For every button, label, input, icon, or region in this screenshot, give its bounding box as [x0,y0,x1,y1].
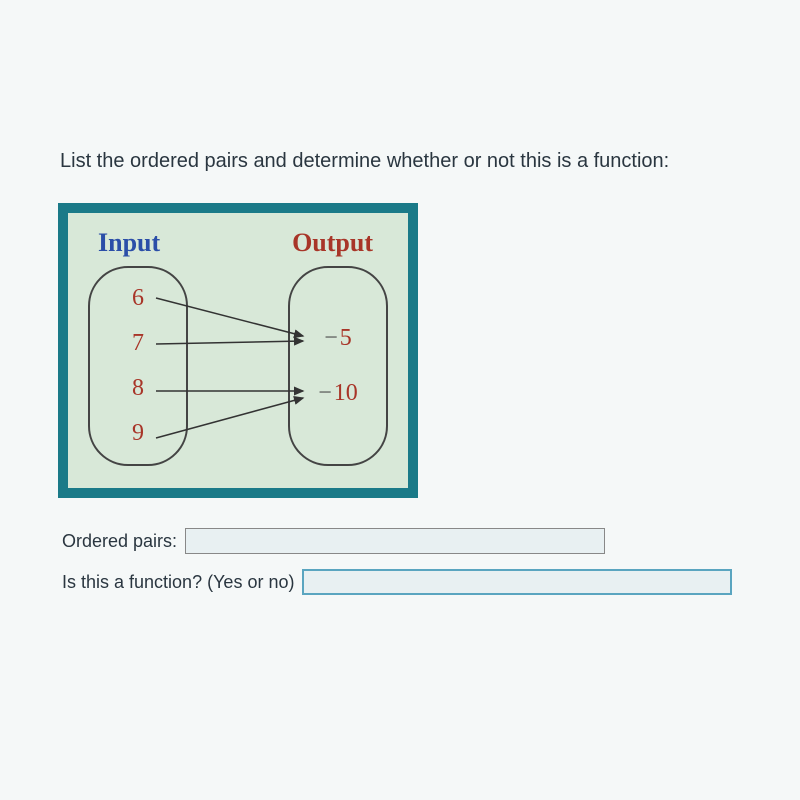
input-value: 6 [132,285,144,312]
input-value: 7 [132,330,144,357]
mapping-diagram: Input Output 6 7 8 9 − 5 − 10 [58,203,418,498]
function-question-row: Is this a function? (Yes or no) [62,569,760,595]
input-header: Input [98,228,160,258]
ordered-pairs-row: Ordered pairs: [62,528,760,554]
negative-sign: − [318,380,332,407]
output-value: − 10 [318,380,358,407]
output-lozenge: − 5 − 10 [288,266,388,466]
ordered-pairs-label: Ordered pairs: [62,531,177,552]
output-value: − 5 [324,325,352,352]
diagram-headers: Input Output [88,228,388,258]
negative-sign: − [324,325,338,352]
worksheet-page: List the ordered pairs and determine whe… [0,0,800,800]
output-digit: 10 [334,380,358,407]
output-header: Output [292,228,373,258]
output-digit: 5 [340,325,352,352]
input-value: 9 [132,420,144,447]
function-question-label: Is this a function? (Yes or no) [62,572,294,593]
input-lozenge: 6 7 8 9 [88,266,188,466]
lozenges-wrap: 6 7 8 9 − 5 − 10 [88,266,388,466]
function-answer-input[interactable] [302,569,732,595]
input-value: 8 [132,375,144,402]
instruction-text: List the ordered pairs and determine whe… [60,150,760,173]
ordered-pairs-input[interactable] [185,528,605,554]
diagram-inner: Input Output 6 7 8 9 − 5 − 10 [68,213,408,488]
